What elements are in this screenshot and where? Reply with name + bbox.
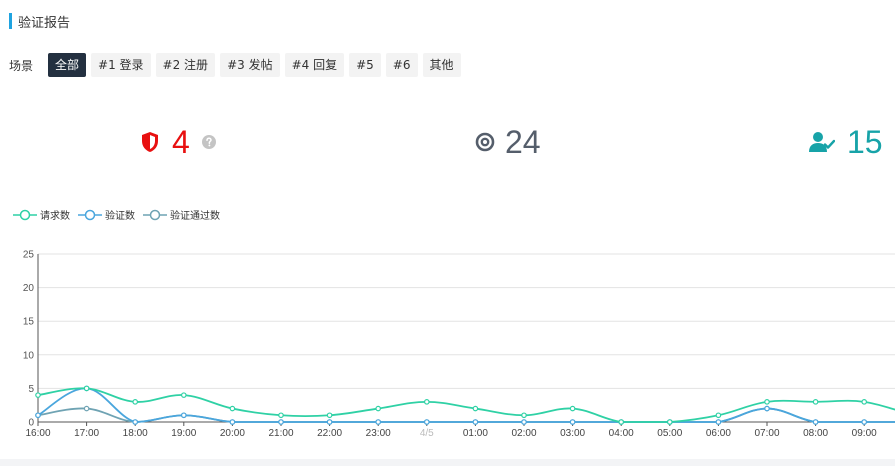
data-point bbox=[715, 412, 722, 419]
scene-option-5[interactable]: #5 bbox=[349, 53, 381, 77]
help-icon[interactable] bbox=[201, 135, 216, 149]
data-point bbox=[764, 399, 770, 405]
stat-risk-value: 4 bbox=[172, 124, 190, 160]
stat-target: 24 bbox=[475, 122, 541, 162]
x-tick-label: 07:00 bbox=[754, 428, 779, 439]
x-tick-label: 21:00 bbox=[268, 428, 293, 439]
data-point bbox=[861, 399, 868, 405]
x-tick-label: 09:00 bbox=[852, 428, 877, 439]
data-point bbox=[229, 419, 236, 425]
scene-option-1[interactable]: #1 登录 bbox=[91, 53, 151, 77]
scene-option-4[interactable]: #4 回复 bbox=[284, 53, 345, 77]
stat-users-value: 15 bbox=[847, 124, 883, 160]
scene-option-all[interactable]: 全部 bbox=[48, 53, 87, 77]
data-point bbox=[569, 419, 576, 425]
data-point bbox=[375, 405, 382, 412]
line-chart: 0 5 10 15 20 25 16:00 17:00 18:00 19:00 20:00 21:00… bbox=[23, 250, 895, 439]
scene-option-2[interactable]: #2 注册 bbox=[155, 53, 216, 77]
x-tick-label: 06:00 bbox=[706, 428, 731, 439]
section-title: 验证报告 bbox=[9, 12, 71, 31]
x-tick-label: 02:00 bbox=[511, 428, 536, 439]
data-point bbox=[132, 419, 139, 425]
data-point bbox=[83, 405, 90, 412]
x-tick-label: 22:00 bbox=[317, 428, 342, 439]
x-tick-label: 23:00 bbox=[366, 428, 391, 439]
x-tick-label: 19:00 bbox=[171, 428, 196, 439]
data-point bbox=[83, 385, 90, 392]
scene-option-other[interactable]: 其他 bbox=[422, 53, 461, 77]
x-tick-label: 16:00 bbox=[25, 428, 50, 439]
shield-icon bbox=[142, 132, 158, 152]
legend-item-passed[interactable]: 验证通过数 bbox=[143, 207, 220, 222]
scene-label: 场景 bbox=[9, 58, 34, 73]
data-point bbox=[326, 412, 333, 419]
x-tick-label: 08:00 bbox=[803, 428, 828, 439]
x-tick-label: 4/5 bbox=[420, 428, 434, 439]
data-point bbox=[35, 412, 41, 419]
x-tick-label: 17:00 bbox=[74, 428, 99, 439]
y-tick-label: 15 bbox=[23, 317, 35, 328]
stat-users: 15 bbox=[809, 122, 883, 162]
legend-label-requests: 请求数 bbox=[40, 211, 70, 222]
chart-legend: 请求数 验证数 验证通过数 bbox=[13, 207, 228, 222]
data-point bbox=[472, 405, 479, 412]
data-point bbox=[326, 419, 333, 425]
y-tick-label: 25 bbox=[23, 250, 35, 261]
data-point bbox=[132, 399, 139, 405]
y-tick-label: 20 bbox=[23, 283, 35, 294]
stat-risk: 4 bbox=[140, 122, 216, 162]
data-point bbox=[229, 405, 236, 412]
y-tick-label: 0 bbox=[28, 418, 34, 429]
legend-label-verifications: 验证数 bbox=[105, 211, 135, 222]
data-point bbox=[181, 412, 187, 419]
data-point bbox=[764, 405, 770, 412]
legend-label-passed: 验证通过数 bbox=[170, 211, 220, 222]
data-point bbox=[618, 419, 625, 425]
data-point bbox=[666, 419, 673, 425]
series-line-1 bbox=[37, 387, 895, 423]
scene-option-6[interactable]: #6 bbox=[385, 53, 418, 77]
data-point bbox=[35, 392, 41, 398]
data-point bbox=[812, 399, 819, 405]
stat-target-value: 24 bbox=[505, 124, 541, 160]
data-point bbox=[278, 412, 284, 419]
scene-filter: 场景 全部 #1 登录 #2 注册 #3 发帖 #4 回复 #5 #6 其他 bbox=[9, 53, 466, 77]
data-point bbox=[181, 392, 187, 398]
data-point bbox=[472, 419, 479, 425]
data-point bbox=[715, 419, 722, 425]
x-tick-label: 05:00 bbox=[657, 428, 682, 439]
legend-item-verifications[interactable]: 验证数 bbox=[78, 207, 135, 222]
data-point bbox=[812, 419, 819, 425]
x-tick-label: 04:00 bbox=[609, 428, 634, 439]
legend-marker-icon bbox=[143, 209, 167, 220]
data-point bbox=[423, 399, 430, 405]
legend-item-requests[interactable]: 请求数 bbox=[13, 207, 70, 222]
x-tick-label: 03:00 bbox=[560, 428, 585, 439]
y-tick-label: 10 bbox=[23, 350, 35, 361]
x-tick-label: 18:00 bbox=[123, 428, 148, 439]
data-point bbox=[861, 419, 868, 425]
title-accent-bar bbox=[9, 13, 12, 29]
data-point bbox=[569, 405, 576, 412]
scene-option-3[interactable]: #3 发帖 bbox=[220, 53, 280, 77]
data-point bbox=[521, 412, 527, 419]
legend-marker-icon bbox=[13, 209, 37, 220]
y-tick-label: 5 bbox=[28, 384, 34, 395]
data-point bbox=[375, 419, 382, 425]
x-tick-label: 20:00 bbox=[220, 428, 245, 439]
legend-marker-icon bbox=[78, 209, 102, 220]
section-title-text: 验证报告 bbox=[18, 15, 71, 31]
target-icon bbox=[475, 132, 495, 152]
user-check-icon bbox=[809, 132, 835, 152]
data-point bbox=[278, 419, 284, 425]
data-point bbox=[521, 419, 527, 425]
bottom-strip bbox=[0, 459, 895, 466]
x-tick-label: 01:00 bbox=[463, 428, 488, 439]
data-point bbox=[423, 419, 430, 425]
